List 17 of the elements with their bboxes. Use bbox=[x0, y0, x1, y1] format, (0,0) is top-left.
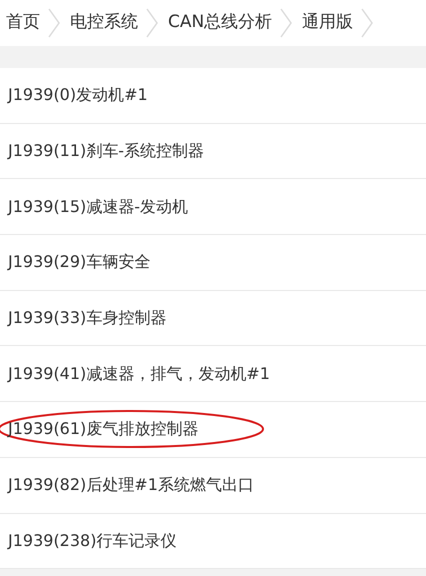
menu-item[interactable]: J1939(41)减速器，排气，发动机#1 bbox=[0, 346, 426, 402]
menu-item[interactable]: J1939(61)废气排放控制器 bbox=[0, 402, 426, 458]
menu-item[interactable]: J1939(238)行车记录仪 bbox=[0, 514, 426, 570]
menu-item[interactable]: J1939(11)刹车-系统控制器 bbox=[0, 124, 426, 180]
breadcrumb-link[interactable]: 电控系统 bbox=[70, 10, 138, 36]
breadcrumb-link[interactable]: 通用版 bbox=[302, 10, 354, 36]
menu-item[interactable]: J1939(15)减速器-发动机 bbox=[0, 179, 426, 236]
menu-item[interactable]: J1939(29)车辆安全 bbox=[0, 235, 426, 291]
menu-item[interactable]: J1939(33)车身控制器 bbox=[0, 290, 426, 346]
breadcrumb-link[interactable]: CAN总线分析 bbox=[168, 10, 272, 36]
chevron-right-icon bbox=[361, 8, 374, 38]
menu-item[interactable]: J1939(82)后处理#1系统燃气出口 bbox=[0, 458, 426, 514]
chevron-right-icon bbox=[146, 8, 158, 38]
menu-item[interactable]: J1939(0)发动机#1 bbox=[0, 68, 426, 124]
chevron-right-icon bbox=[48, 8, 60, 38]
chevron-right-icon bbox=[280, 8, 292, 38]
breadcrumb-link[interactable]: 首页 bbox=[6, 10, 40, 36]
